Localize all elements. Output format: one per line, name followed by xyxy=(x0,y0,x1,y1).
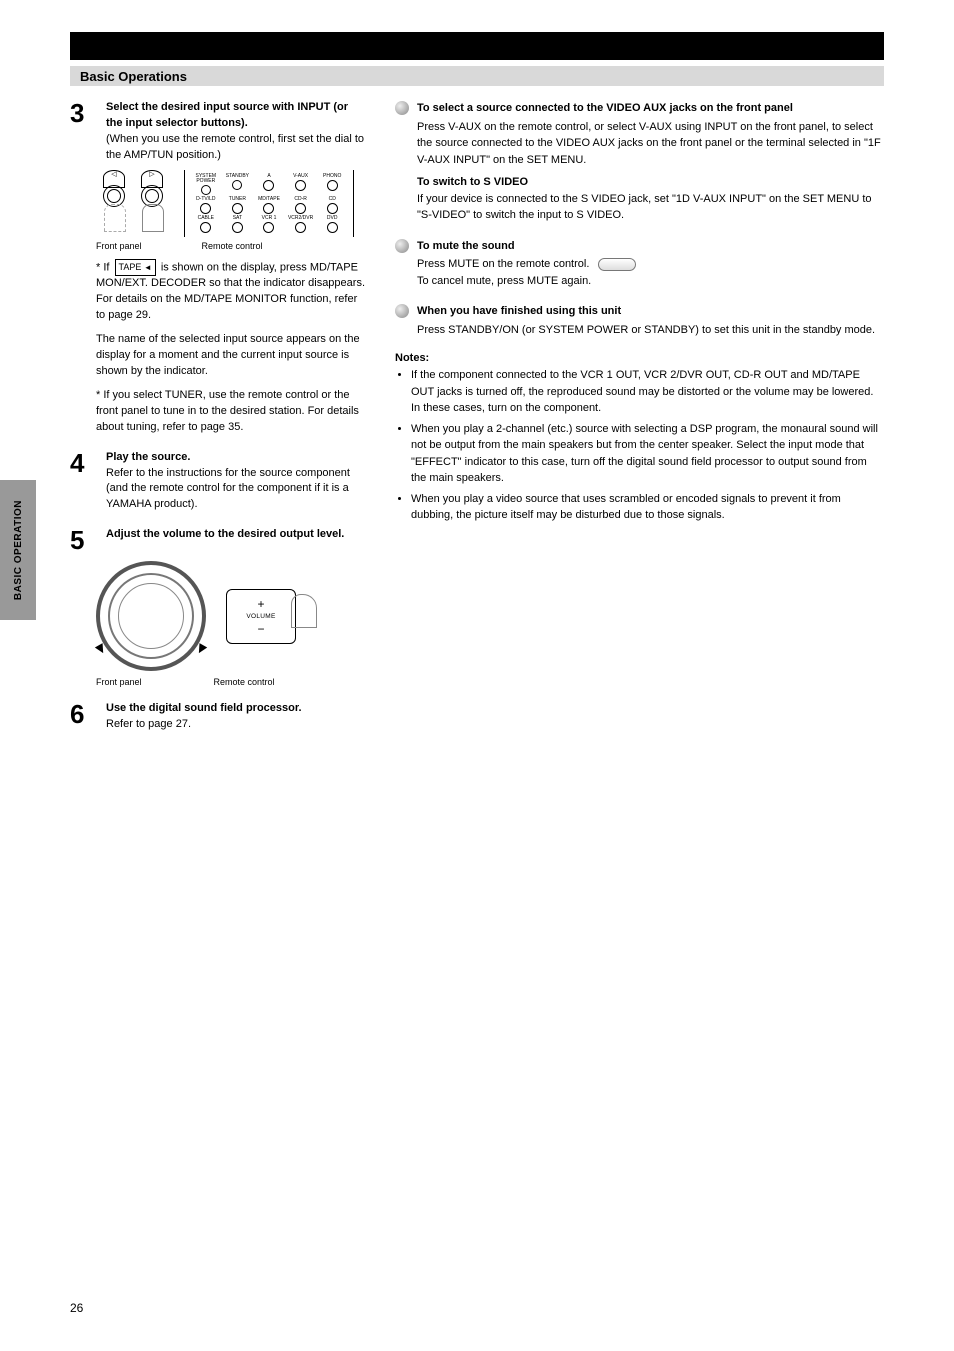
chapter-bar xyxy=(70,32,884,60)
note-item: When you play a video source that uses s… xyxy=(411,491,884,524)
tape-indicator-icon: TAPE ◄ xyxy=(115,259,156,276)
step-title: Select the desired input source with INP… xyxy=(106,100,365,132)
note-item: If the component connected to the VCR 1 … xyxy=(411,367,884,417)
step-5: 5 Adjust the volume to the desired outpu… xyxy=(70,527,365,553)
step3-paragraph3: * If you select TUNER, use the remote co… xyxy=(96,388,365,436)
mute-note: To mute the sound Press MUTE on the remo… xyxy=(395,238,884,290)
input-knob-right-illustration: ▷ xyxy=(134,170,170,230)
bullet-icon xyxy=(395,304,409,318)
step-6: 6 Use the digital sound field processor.… xyxy=(70,701,365,733)
step-3: 3 Select the desired input source with I… xyxy=(70,100,365,164)
label-remote-control-2: Remote control xyxy=(214,677,275,687)
step3-paragraph2: The name of the selected input source ap… xyxy=(96,332,365,380)
notes-header: Notes: xyxy=(395,352,884,364)
bullet-icon xyxy=(395,101,409,115)
finish-note: When you have finished using this unit P… xyxy=(395,303,884,338)
step-text: (When you use the remote control, first … xyxy=(106,132,365,164)
label-front-panel: Front panel xyxy=(96,241,142,251)
step-number: 3 xyxy=(70,100,96,164)
tape-note-part1: * If xyxy=(96,261,109,273)
input-knob-left-illustration: ◁ xyxy=(96,170,132,230)
volume-knob-illustration: ▾ ▾ xyxy=(96,561,206,671)
label-front-panel-2: Front panel xyxy=(96,677,142,687)
remote-input-buttons-illustration: SYSTEM POWER STANDBY A V-AUX PHONO D-TV/… xyxy=(184,170,354,237)
mute-button-illustration xyxy=(598,258,636,271)
vaux-note: To select a source connected to the VIDE… xyxy=(395,100,884,224)
tape-note-part2: is shown on the display, press xyxy=(161,261,307,273)
label-remote-control: Remote control xyxy=(202,241,263,251)
section-title: Basic Operations xyxy=(70,66,884,86)
volume-remote-illustration: + VOLUME − xyxy=(226,589,296,644)
step-4: 4 Play the source. Refer to the instruct… xyxy=(70,450,365,514)
bullet-icon xyxy=(395,239,409,253)
note-item: When you play a 2-channel (etc.) source … xyxy=(411,421,884,487)
side-tab-label: BASIC OPERATION xyxy=(13,500,24,600)
page-number: 26 xyxy=(70,1301,83,1315)
